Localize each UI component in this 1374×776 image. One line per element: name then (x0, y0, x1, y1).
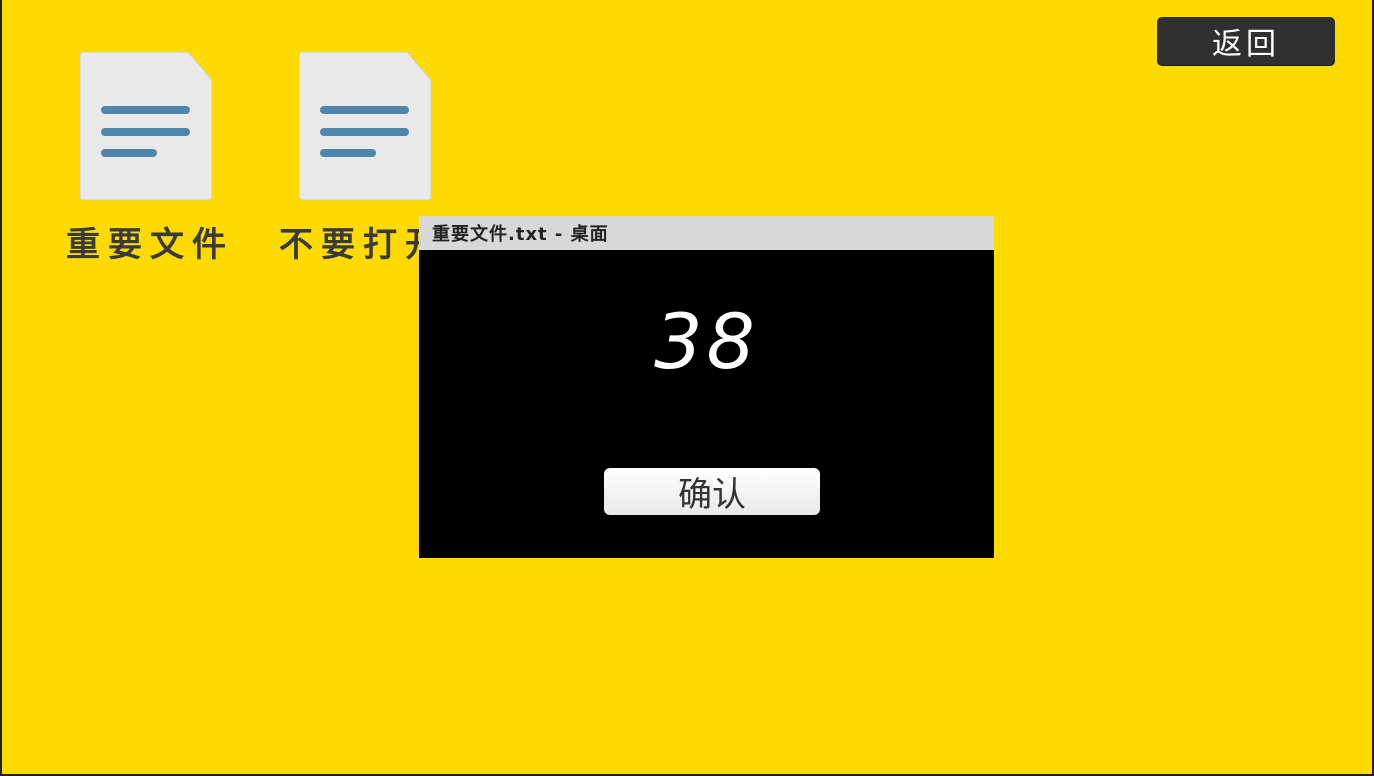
text-file-icon (80, 52, 212, 200)
text-file-window: 重要文件.txt - 桌面 38 确认 (419, 216, 994, 558)
confirm-button[interactable]: 确认 (604, 468, 820, 515)
confirm-button-label: 确认 (678, 475, 746, 515)
countdown-number: 38 (654, 297, 759, 386)
desktop: 返回 重要文件 不要打开 重要文件.txt - 桌面 38 确认 (0, 0, 1374, 776)
window-title: 重要文件.txt - 桌面 (432, 224, 609, 245)
back-button[interactable]: 返回 (1157, 17, 1335, 65)
window-titlebar[interactable]: 重要文件.txt - 桌面 (419, 216, 994, 250)
desktop-icon-label: 重要文件 (66, 225, 234, 265)
back-button-label: 返回 (1212, 27, 1280, 62)
text-file-icon (299, 52, 431, 200)
